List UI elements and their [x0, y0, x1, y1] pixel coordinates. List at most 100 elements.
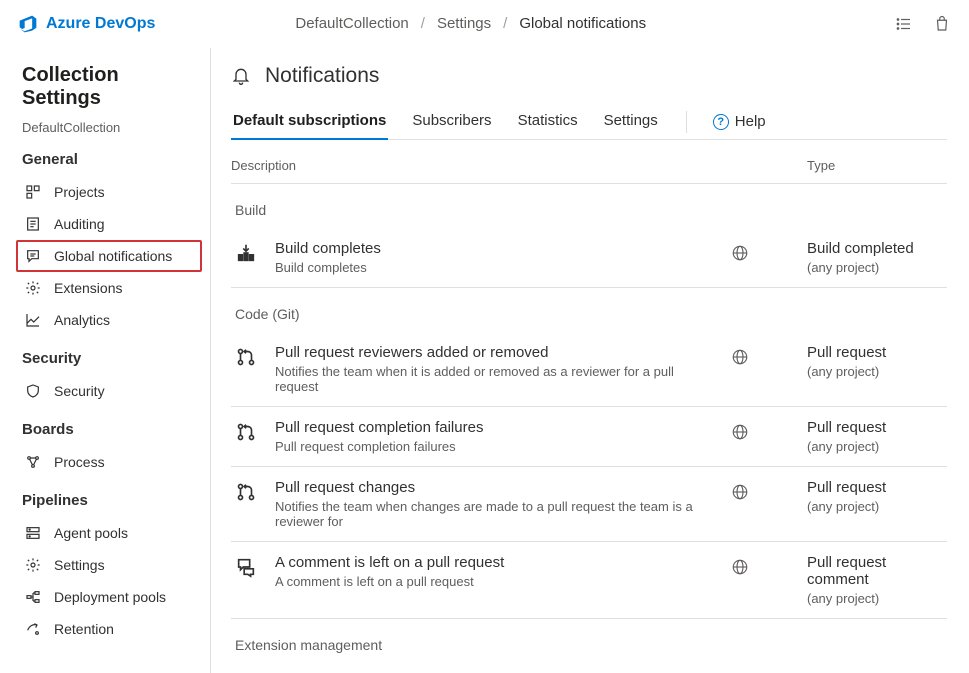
- globe-icon: [731, 554, 807, 576]
- group-heading: Code (Git): [231, 288, 947, 332]
- breadcrumb-item[interactable]: DefaultCollection: [295, 15, 408, 32]
- tab-subscribers[interactable]: Subscribers: [410, 104, 493, 139]
- column-description: Description: [231, 158, 731, 173]
- sidebar-item-deployment-pools[interactable]: Deployment pools: [16, 581, 202, 613]
- sidebar-item-label: Auditing: [54, 216, 105, 232]
- sidebar-item-label: Agent pools: [54, 525, 128, 541]
- row-scope: (any project): [807, 591, 947, 606]
- group-heading: Build: [231, 184, 947, 228]
- group-label: General: [22, 151, 202, 168]
- sidebar-item-label: Settings: [54, 557, 105, 573]
- sidebar-item-security[interactable]: Security: [16, 375, 202, 407]
- product-logo[interactable]: Azure DevOps: [18, 14, 155, 34]
- sidebar-item-label: Process: [54, 454, 105, 470]
- row-scope: (any project): [807, 499, 947, 514]
- sidebar-item-process[interactable]: Process: [16, 446, 202, 478]
- sidebar-collection: DefaultCollection: [22, 120, 202, 135]
- notification-row[interactable]: Build completes Build completes Build co…: [231, 228, 947, 288]
- row-type: Pull request comment: [807, 554, 947, 588]
- notification-row[interactable]: Extensions have been modified Extensions…: [231, 663, 947, 673]
- comment-icon: [235, 554, 275, 578]
- sidebar-title: Collection Settings: [22, 64, 202, 110]
- sidebar-item-label: Projects: [54, 184, 105, 200]
- page-title: Notifications: [265, 64, 379, 88]
- bell-icon: [231, 66, 251, 86]
- sidebar-item-label: Security: [54, 383, 105, 399]
- auditing-icon: [24, 215, 42, 233]
- tabs: Default subscriptions Subscribers Statis…: [231, 104, 947, 140]
- sidebar-item-retention[interactable]: Retention: [16, 613, 202, 645]
- sidebar-item-label: Retention: [54, 621, 114, 637]
- product-name: Azure DevOps: [46, 15, 155, 33]
- globe-icon: [731, 479, 807, 501]
- globe-icon: [731, 240, 807, 262]
- row-title: A comment is left on a pull request: [275, 554, 719, 571]
- gear-icon: [24, 279, 42, 297]
- notification-row[interactable]: A comment is left on a pull request A co…: [231, 542, 947, 619]
- row-type: Pull request: [807, 344, 947, 361]
- row-title: Build completes: [275, 240, 719, 257]
- list-view-icon[interactable]: [895, 15, 913, 33]
- row-scope: (any project): [807, 260, 947, 275]
- sidebar-item-auditing[interactable]: Auditing: [16, 208, 202, 240]
- sidebar-item-label: Global notifications: [54, 248, 172, 264]
- sidebar-item-label: Extensions: [54, 280, 122, 296]
- row-type: Pull request: [807, 419, 947, 436]
- shield-icon: [24, 382, 42, 400]
- notification-row[interactable]: Pull request completion failures Pull re…: [231, 407, 947, 467]
- tab-default-subscriptions[interactable]: Default subscriptions: [231, 104, 388, 139]
- sidebar-item-label: Analytics: [54, 312, 110, 328]
- process-icon: [24, 453, 42, 471]
- help-icon: ?: [713, 114, 729, 130]
- group-heading: Extension management: [231, 619, 947, 663]
- deploy-icon: [24, 588, 42, 606]
- sidebar-item-projects[interactable]: Projects: [16, 176, 202, 208]
- column-headers: Description Type: [231, 154, 947, 184]
- sidebar-item-extensions[interactable]: Extensions: [16, 272, 202, 304]
- row-subtitle: Notifies the team when it is added or re…: [275, 364, 719, 394]
- row-subtitle: Build completes: [275, 260, 719, 275]
- row-title: Pull request changes: [275, 479, 719, 496]
- chart-icon: [24, 311, 42, 329]
- row-title: Pull request reviewers added or removed: [275, 344, 719, 361]
- group-label: Pipelines: [22, 492, 202, 509]
- row-type: Build completed: [807, 240, 947, 257]
- servers-icon: [24, 524, 42, 542]
- row-scope: (any project): [807, 439, 947, 454]
- main-content: Notifications Default subscriptions Subs…: [210, 48, 969, 673]
- breadcrumb-item[interactable]: Settings: [437, 15, 491, 32]
- row-type: Pull request: [807, 479, 947, 496]
- pull-request-icon: [235, 479, 275, 503]
- sidebar-item-global-notifications[interactable]: Global notifications: [16, 240, 202, 272]
- chat-icon: [24, 247, 42, 265]
- globe-icon: [731, 419, 807, 441]
- breadcrumb: DefaultCollection / Settings / Global no…: [295, 15, 646, 32]
- pull-request-icon: [235, 419, 275, 443]
- build-icon: [235, 240, 275, 264]
- sidebar: Collection Settings DefaultCollection Ge…: [0, 48, 210, 673]
- sidebar-item-settings[interactable]: Settings: [16, 549, 202, 581]
- notification-row[interactable]: Pull request changes Notifies the team w…: [231, 467, 947, 542]
- gear-icon: [24, 556, 42, 574]
- group-label: Security: [22, 350, 202, 367]
- help-link[interactable]: ? Help: [713, 113, 766, 130]
- tab-settings[interactable]: Settings: [602, 104, 660, 139]
- globe-icon: [731, 344, 807, 366]
- row-subtitle: Notifies the team when changes are made …: [275, 499, 719, 529]
- shopping-bag-icon[interactable]: [933, 15, 951, 33]
- sidebar-item-analytics[interactable]: Analytics: [16, 304, 202, 336]
- retention-icon: [24, 620, 42, 638]
- azure-devops-icon: [18, 14, 38, 34]
- breadcrumb-item[interactable]: Global notifications: [519, 15, 646, 32]
- row-scope: (any project): [807, 364, 947, 379]
- notification-row[interactable]: Pull request reviewers added or removed …: [231, 332, 947, 407]
- projects-icon: [24, 183, 42, 201]
- sidebar-item-label: Deployment pools: [54, 589, 166, 605]
- row-subtitle: Pull request completion failures: [275, 439, 719, 454]
- row-title: Pull request completion failures: [275, 419, 719, 436]
- tab-statistics[interactable]: Statistics: [516, 104, 580, 139]
- pull-request-icon: [235, 344, 275, 368]
- row-subtitle: A comment is left on a pull request: [275, 574, 719, 589]
- sidebar-item-agent-pools[interactable]: Agent pools: [16, 517, 202, 549]
- group-label: Boards: [22, 421, 202, 438]
